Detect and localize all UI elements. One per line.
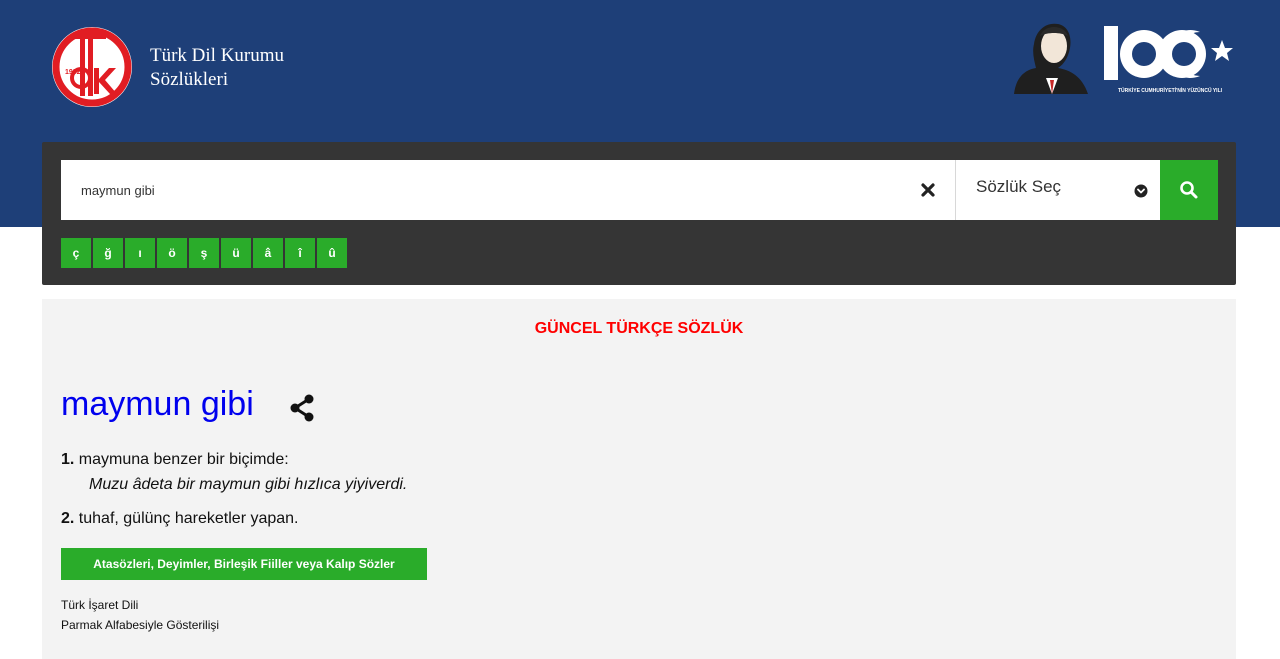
char-button-dotless-i[interactable]: ı	[125, 238, 155, 268]
char-button-c-cedilla[interactable]: ç	[61, 238, 91, 268]
meaning-example: Muzu âdeta bir maymun gibi hızlıca yiyiv…	[89, 476, 408, 493]
chevron-down-icon	[1134, 184, 1148, 198]
share-icon[interactable]	[288, 393, 316, 423]
clear-search-button[interactable]	[901, 160, 955, 220]
dictionary-title: GÜNCEL TÜRKÇE SÖZLÜK	[534, 320, 744, 337]
close-icon	[921, 183, 935, 197]
char-button-u-circumflex[interactable]: û	[317, 238, 347, 268]
meaning-number: 2.	[61, 510, 75, 527]
char-button-u-umlaut[interactable]: ü	[221, 238, 251, 268]
search-input[interactable]	[61, 160, 901, 220]
meaning-text: maymuna benzer bir biçimde:	[78, 451, 289, 468]
char-button-s-cedilla[interactable]: ş	[189, 238, 219, 268]
finger-alphabet-link[interactable]: Parmak Alfabesiyle Gösterilişi	[61, 618, 219, 632]
search-panel: Sözlük Seç ç ğ ı ö ş ü â î û	[42, 142, 1236, 285]
brand-line2: Sözlükleri	[150, 69, 229, 90]
entry-word: maymun gibi	[61, 385, 254, 423]
search-button[interactable]	[1160, 160, 1218, 220]
char-button-a-circumflex[interactable]: â	[253, 238, 283, 268]
ataturk-portrait	[1014, 23, 1088, 94]
special-char-bar: ç ğ ı ö ş ü â î û	[61, 238, 347, 268]
char-button-i-circumflex[interactable]: î	[285, 238, 315, 268]
meaning-number: 1.	[61, 451, 75, 468]
search-box	[61, 160, 901, 220]
result-panel: GÜNCEL TÜRKÇE SÖZLÜK maymun gibi 1. maym…	[42, 299, 1236, 659]
atasozleri-button[interactable]: Atasözleri, Deyimler, Birleşik Fiiller v…	[61, 548, 427, 580]
char-button-o-umlaut[interactable]: ö	[157, 238, 187, 268]
sign-language-link[interactable]: Türk İşaret Dili	[61, 598, 138, 612]
brand-name: Türk Dil Kurumu Sözlükleri	[150, 44, 284, 92]
char-button-g-breve[interactable]: ğ	[93, 238, 123, 268]
tdk-logo[interactable]: 1932	[50, 22, 134, 112]
centennial-logo: TÜRKİYE CUMHURİYETİ'NİN YÜZÜNCÜ YILI	[1104, 26, 1233, 94]
centennial-caption: TÜRKİYE CUMHURİYETİ'NİN YÜZÜNCÜ YILI	[1118, 87, 1223, 94]
logo-year: 1932	[65, 69, 81, 76]
dictionary-select-label: Sözlük Seç	[976, 177, 1062, 196]
dictionary-select[interactable]: Sözlük Seç	[955, 160, 1160, 220]
meaning-text: tuhaf, gülünç hareketler yapan.	[78, 510, 299, 527]
search-icon	[1180, 181, 1198, 199]
meaning-2: 2. tuhaf, gülünç hareketler yapan.	[61, 510, 299, 528]
meaning-1: 1. maymuna benzer bir biçimde:	[61, 451, 289, 469]
brand-line1: Türk Dil Kurumu	[150, 45, 285, 66]
